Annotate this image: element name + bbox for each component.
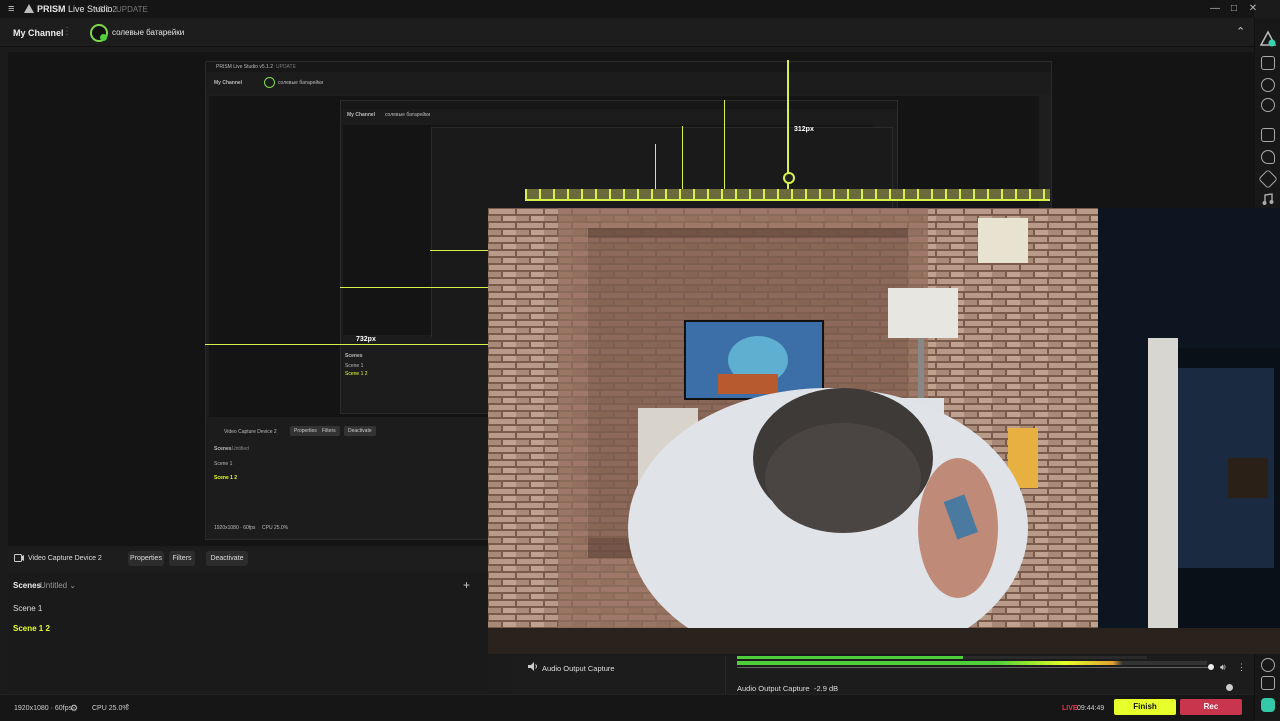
guide-horizontal-1 [205, 344, 488, 345]
nested2-channel-name: солевые батарейки [385, 112, 431, 118]
rotate-handle[interactable] [783, 172, 795, 184]
nested-cpu: CPU 25.0% [262, 525, 289, 531]
camera-icon [14, 554, 24, 562]
nested-my-channel: My Channel [214, 80, 243, 86]
expand-chevron-icon[interactable]: ⌃ [124, 703, 131, 712]
webcam-scene [488, 208, 1280, 654]
scenes-panel: Scenes Untitled ⌄ + Scene 1 Scene 1 2 [8, 573, 488, 691]
channel-name[interactable]: солевые батарейки [112, 28, 184, 37]
scene-item-active[interactable]: Scene 1 2 [13, 624, 50, 633]
nested-properties: Properties [290, 426, 321, 436]
filters-button[interactable]: Filters [169, 551, 195, 566]
source-name: Video Capture Device 2 [28, 555, 102, 562]
nested-title-bar: PRISM Live Studio v5.1.2 UPDATE [206, 62, 1051, 72]
rec-button[interactable]: Rec [1180, 699, 1242, 715]
add-scene-button[interactable]: + [463, 578, 470, 592]
volume-slider-handle[interactable] [1208, 664, 1214, 670]
nested-app-name: PRISM Live Studio v5.1.2 [216, 64, 273, 70]
audio-mixer-panel: Audio Output Capture 🔊︎ ⋮ Audio Output C… [512, 656, 1254, 694]
copy-icon[interactable] [1261, 128, 1275, 142]
dimension-label-732: 732px [356, 336, 376, 343]
nested-channel-name: солевые батарейки [278, 80, 324, 86]
webcam-video-feed[interactable] [488, 208, 1280, 654]
platform-badge-icon [100, 34, 107, 41]
hamburger-menu-icon[interactable]: ≡ [8, 3, 14, 15]
nested2-my-channel: My Channel [347, 112, 376, 118]
nested-scene-1: Scene 1 [214, 461, 233, 467]
mixer-db-value: -2.9 dB [814, 684, 839, 693]
sticker-icon[interactable] [1258, 169, 1278, 189]
title-bar: ≡ PRISM Live Studio v5.1.2 UPDATE [0, 0, 1254, 18]
nested-resolution: 1920x1080 · 60fps [214, 525, 256, 531]
close-button[interactable]: ✕ [1246, 2, 1260, 16]
guide-vertical-2 [724, 100, 725, 200]
nested-untitled: Untitled [232, 446, 249, 452]
refresh-icon[interactable] [1261, 658, 1275, 672]
audio-source-name: Audio Output Capture [542, 664, 615, 673]
app-version: v5.1.2 [95, 5, 117, 14]
nested-scene-1-2: Scene 1 2 [214, 475, 238, 481]
collapse-chevron-icon[interactable]: ⌃ [1236, 25, 1245, 38]
volume-meter [737, 656, 1147, 659]
prism-logo-icon [24, 4, 34, 13]
mute-icon[interactable]: 🔊︎ [1220, 662, 1226, 673]
guide-horizontal-3 [430, 250, 488, 251]
prism-settings-icon[interactable] [1259, 30, 1277, 48]
level-meter [737, 661, 1207, 665]
dimension-label-312: 312px [794, 126, 814, 133]
layout-icon[interactable] [1261, 676, 1275, 690]
prism-app-icon[interactable] [1261, 698, 1275, 712]
mixer-slider-handle[interactable] [1226, 684, 1233, 691]
nested2-scene-1: Scene 1 [345, 363, 364, 369]
scene-item[interactable]: Scene 1 [13, 604, 42, 613]
my-channel-label[interactable]: My Channel [13, 28, 64, 38]
live-timer: 09:44:49 [1077, 705, 1105, 712]
nested-deactivate: Deactivate [344, 426, 376, 436]
maximize-button[interactable]: □ [1227, 2, 1241, 16]
nested-scenes: Scenes [214, 446, 232, 452]
scenes-title: Scenes [13, 581, 42, 590]
settings-gear-icon[interactable]: ⚙ [70, 703, 78, 714]
speaker-icon [528, 662, 537, 671]
selection-top-edge [525, 199, 1050, 201]
nested-channel-bar: My Channel солевые батарейки [206, 72, 1051, 94]
properties-button[interactable]: Properties [128, 551, 164, 566]
audio-options-icon[interactable]: ⋮ [1237, 662, 1246, 673]
nested-update: UPDATE [276, 64, 296, 70]
minimize-button[interactable]: — [1208, 2, 1222, 16]
output-resolution: 1920x1080 · 60fps [14, 705, 72, 712]
nested2-scenes: Scenes [345, 353, 363, 359]
chat-icon[interactable] [1261, 78, 1275, 92]
heart-icon[interactable] [1261, 150, 1275, 164]
deactivate-button[interactable]: Deactivate [206, 551, 248, 566]
live-indicator: LIVE [1062, 705, 1078, 712]
guide-horizontal-2 [340, 287, 488, 288]
studio-mode-icon[interactable] [1261, 56, 1275, 70]
scene-collection-dropdown[interactable]: Untitled ⌄ [40, 581, 76, 590]
nested-source-name: Video Capture Device 2 [224, 429, 277, 435]
nested-avatar [264, 77, 275, 88]
more-options-icon[interactable]: ⋮ [62, 26, 72, 37]
volume-slider-track[interactable] [737, 667, 1212, 668]
nested2-scene-1-2: Scene 1 2 [345, 371, 368, 377]
mixer-source-label: Audio Output Capture [737, 684, 810, 693]
music-icon[interactable] [1261, 192, 1275, 206]
channel-bar: My Channel ⋮ солевые батарейки ⌃ [0, 18, 1254, 47]
audio-divider [725, 656, 726, 694]
finish-button[interactable]: Finish [1114, 699, 1176, 715]
update-link[interactable]: UPDATE [116, 5, 148, 14]
nested-filters: Filters [318, 426, 340, 436]
search-icon[interactable] [1261, 98, 1275, 112]
